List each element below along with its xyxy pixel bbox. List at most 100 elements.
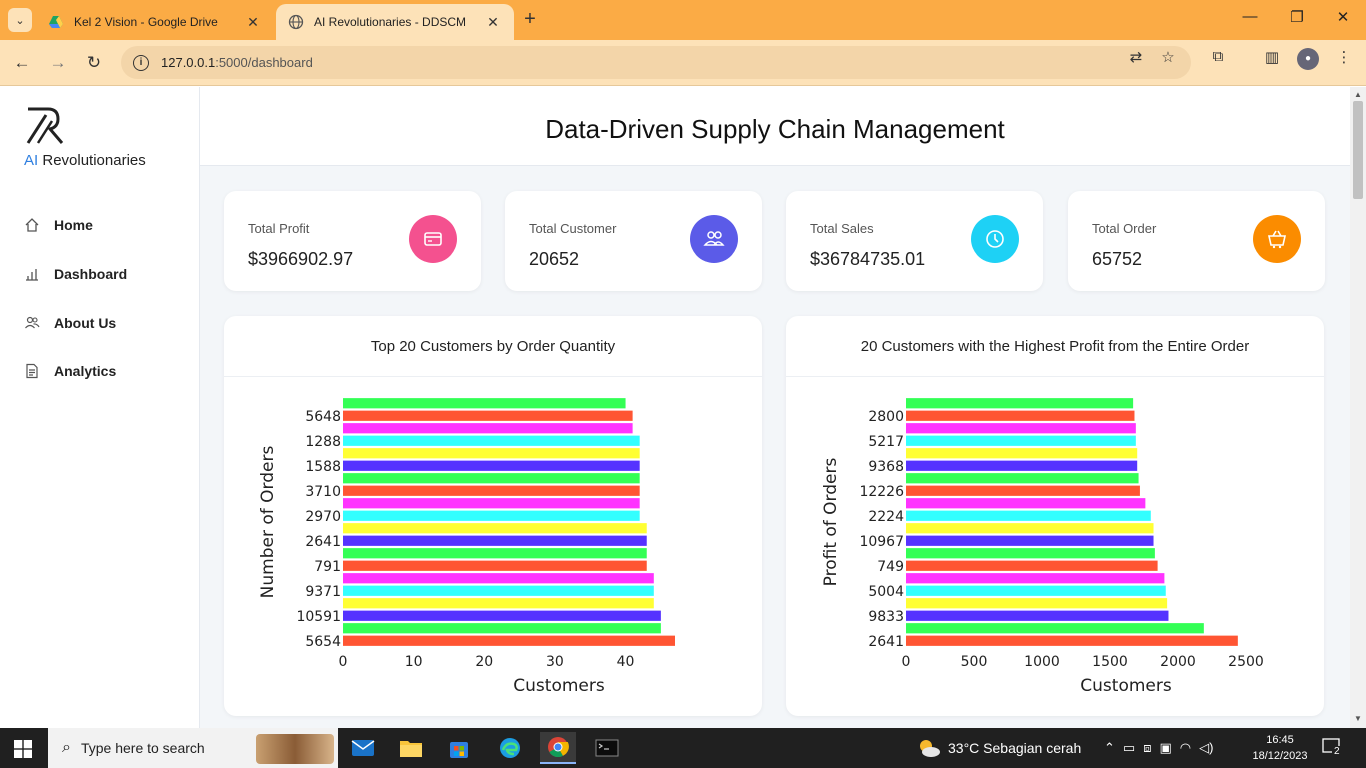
sidebar-item-label: Analytics bbox=[54, 363, 117, 379]
minimize-icon[interactable]: — bbox=[1236, 8, 1264, 32]
chrome-browser-icon[interactable] bbox=[540, 732, 576, 764]
profile-avatar[interactable]: ● bbox=[1297, 48, 1319, 70]
menu-kebab-icon[interactable]: ⋮ bbox=[1334, 48, 1354, 68]
restore-icon[interactable]: ❐ bbox=[1283, 8, 1311, 32]
sidebar-item-home[interactable]: Home bbox=[24, 217, 93, 233]
mail-app-icon[interactable] bbox=[345, 732, 381, 764]
brand-rest: Revolutionaries bbox=[38, 152, 146, 169]
document-icon bbox=[26, 363, 38, 379]
chart-bar bbox=[906, 498, 1146, 509]
taskbar-clock[interactable]: 16:45 18/12/2023 bbox=[1250, 732, 1310, 764]
page-scrollbar[interactable]: ▲ ▼ bbox=[1350, 87, 1366, 728]
scroll-up-icon[interactable]: ▲ bbox=[1354, 90, 1362, 99]
bar-chart-highest-profit: 2641 9833 5004 749 10967 2224 12226 9368 5217 280… bbox=[821, 398, 1264, 696]
scroll-down-icon[interactable]: ▼ bbox=[1354, 714, 1362, 723]
show-hidden-icons-icon[interactable]: ⌃ bbox=[1104, 740, 1115, 756]
chart-bar bbox=[343, 573, 654, 584]
forward-icon[interactable]: → bbox=[45, 50, 71, 76]
scroll-thumb[interactable] bbox=[1353, 101, 1363, 199]
notifications-button[interactable]: 2 bbox=[1322, 738, 1344, 758]
file-explorer-icon[interactable] bbox=[393, 732, 429, 764]
y-tick-label: 5004 bbox=[868, 584, 904, 600]
tab-google-drive[interactable]: Kel 2 Vision - Google Drive ✕ bbox=[36, 4, 274, 40]
y-tick-label: 12226 bbox=[859, 484, 904, 500]
close-tab-icon[interactable]: ✕ bbox=[484, 14, 502, 31]
chart-card-highest-profit: 20 Customers with the Highest Profit fro… bbox=[786, 316, 1324, 716]
chart-bar bbox=[906, 535, 1154, 546]
sidebar-item-dashboard[interactable]: Dashboard bbox=[24, 266, 127, 282]
globe-icon bbox=[288, 14, 304, 30]
chart-bar bbox=[343, 398, 626, 409]
y-tick-label: 749 bbox=[877, 559, 904, 575]
tab-search-button[interactable]: ⌄ bbox=[8, 8, 32, 32]
notification-count: 2 bbox=[1332, 746, 1342, 757]
system-tray: ⌃ ▭ ⧈ ▣ ◠ ◁) bbox=[1104, 728, 1213, 768]
brand-name: AI Revolutionaries bbox=[24, 152, 146, 169]
search-placeholder: Type here to search bbox=[80, 740, 205, 756]
bookmark-star-icon[interactable]: ☆ bbox=[1158, 48, 1178, 68]
y-tick-label: 5654 bbox=[305, 634, 341, 650]
credit-card-icon bbox=[409, 215, 457, 263]
search-icon: ⌕ bbox=[62, 739, 71, 756]
chart-bar bbox=[906, 460, 1138, 471]
taskbar-search-box[interactable]: ⌕ Type here to search bbox=[48, 728, 338, 768]
chart-bar bbox=[906, 423, 1136, 434]
side-panel-icon[interactable]: ▥ bbox=[1262, 48, 1282, 68]
chart-bar bbox=[343, 623, 661, 634]
sidebar: AI Revolutionaries Home Dashboard About … bbox=[0, 87, 200, 728]
stat-card-total-profit: Total Profit $3966902.97 bbox=[224, 191, 481, 291]
stat-value: 65752 bbox=[1092, 249, 1143, 269]
close-tab-icon[interactable]: ✕ bbox=[244, 14, 262, 31]
terminal-icon[interactable] bbox=[589, 732, 625, 764]
x-tick-label: 1500 bbox=[1092, 654, 1128, 670]
chart-bar bbox=[906, 523, 1154, 534]
edge-browser-icon[interactable] bbox=[492, 732, 528, 764]
chart-bar bbox=[343, 585, 654, 596]
chart-bar bbox=[343, 460, 640, 471]
reload-icon[interactable]: ↻ bbox=[81, 50, 107, 76]
x-tick-label: 1000 bbox=[1024, 654, 1060, 670]
chart-bar bbox=[906, 610, 1169, 621]
y-tick-label: 2641 bbox=[868, 634, 904, 650]
chart-title: 20 Customers with the Highest Profit fro… bbox=[860, 338, 1250, 355]
chart-bar bbox=[906, 473, 1139, 484]
site-info-icon[interactable]: i bbox=[133, 54, 149, 71]
sidebar-item-about-us[interactable]: About Us bbox=[24, 315, 116, 331]
chart-bar bbox=[343, 448, 640, 459]
back-icon[interactable]: ← bbox=[9, 50, 35, 76]
weather-widget[interactable]: 33°C Sebagian cerah bbox=[916, 728, 1081, 768]
y-tick-label: 1288 bbox=[305, 434, 341, 450]
sidebar-item-analytics[interactable]: Analytics bbox=[24, 363, 116, 379]
stat-label: Total Order bbox=[1092, 221, 1157, 236]
chart-bar bbox=[906, 485, 1140, 496]
microsoft-store-icon[interactable] bbox=[441, 732, 477, 764]
new-tab-button[interactable]: + bbox=[518, 8, 542, 32]
chart-bar bbox=[906, 398, 1134, 409]
windows-start-icon[interactable] bbox=[14, 740, 32, 758]
stat-value: 20652 bbox=[529, 249, 580, 269]
network-device-icon[interactable]: ⧈ bbox=[1143, 740, 1151, 756]
x-tick-label: 10 bbox=[405, 654, 423, 670]
chart-bar bbox=[343, 535, 647, 546]
close-window-icon[interactable]: ✕ bbox=[1329, 8, 1357, 32]
chart-bar bbox=[343, 635, 675, 646]
tab-ai-revolutionaries[interactable]: AI Revolutionaries - DDSCM ✕ bbox=[276, 4, 514, 40]
battery-icon[interactable]: ▭ bbox=[1123, 740, 1135, 756]
translate-icon[interactable]: ⇄ bbox=[1126, 48, 1146, 68]
y-tick-label: 10591 bbox=[296, 609, 341, 625]
extensions-icon[interactable]: ⧉ bbox=[1208, 48, 1228, 68]
address-bar[interactable]: i 127.0.0.1:5000/dashboard bbox=[121, 46, 1191, 79]
chart-bar bbox=[343, 410, 633, 421]
volume-icon[interactable]: ◁) bbox=[1199, 740, 1213, 756]
wifi-icon[interactable]: ◠ bbox=[1180, 740, 1191, 756]
chart-bar bbox=[906, 560, 1158, 571]
page-title: Data-Driven Supply Chain Management bbox=[545, 114, 1005, 144]
display-icon[interactable]: ▣ bbox=[1159, 740, 1171, 756]
x-tick-label: 0 bbox=[339, 654, 348, 670]
bar-chart-order-quantity: 5654 10591 9371 791 2641 2970 3710 1588 1288 5648… bbox=[258, 398, 675, 696]
x-axis-label: Customers bbox=[513, 676, 605, 696]
stat-value: $36784735.01 bbox=[810, 249, 926, 269]
url-path: :5000/dashboard bbox=[215, 55, 313, 70]
y-tick-label: 5648 bbox=[305, 409, 341, 425]
chart-bar bbox=[343, 598, 654, 609]
